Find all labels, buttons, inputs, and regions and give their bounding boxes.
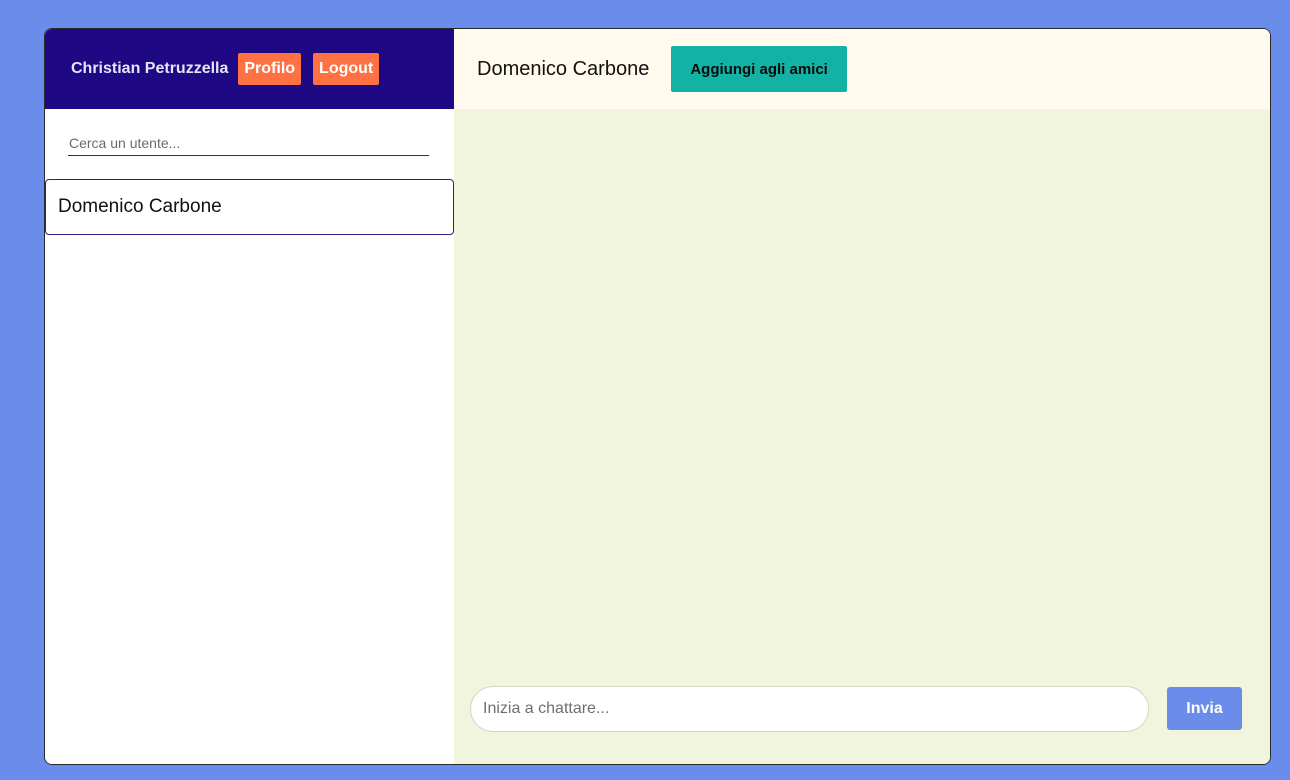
message-list bbox=[454, 109, 1270, 676]
contact-list-item[interactable]: Domenico Carbone bbox=[45, 179, 454, 235]
message-input[interactable] bbox=[470, 686, 1149, 732]
profile-button[interactable]: Profilo bbox=[238, 53, 302, 85]
user-search bbox=[45, 109, 454, 179]
add-friend-button[interactable]: Aggiungi agli amici bbox=[671, 46, 847, 92]
logout-button[interactable]: Logout bbox=[313, 53, 380, 85]
current-user-name: Christian Petruzzella bbox=[71, 60, 229, 77]
chat-app-window: Christian Petruzzella Profilo Logout Dom… bbox=[44, 28, 1271, 765]
chat-header: Domenico Carbone Aggiungi agli amici bbox=[454, 29, 1270, 109]
chat-panel: Domenico Carbone Aggiungi agli amici Inv… bbox=[454, 29, 1270, 764]
sidebar: Christian Petruzzella Profilo Logout Dom… bbox=[45, 29, 454, 764]
send-button[interactable]: Invia bbox=[1167, 687, 1242, 730]
message-composer: Invia bbox=[454, 676, 1270, 764]
sidebar-header: Christian Petruzzella Profilo Logout bbox=[45, 29, 454, 109]
contact-name: Domenico Carbone bbox=[58, 196, 222, 217]
user-search-input[interactable] bbox=[68, 133, 429, 156]
chat-partner-name: Domenico Carbone bbox=[477, 57, 650, 80]
